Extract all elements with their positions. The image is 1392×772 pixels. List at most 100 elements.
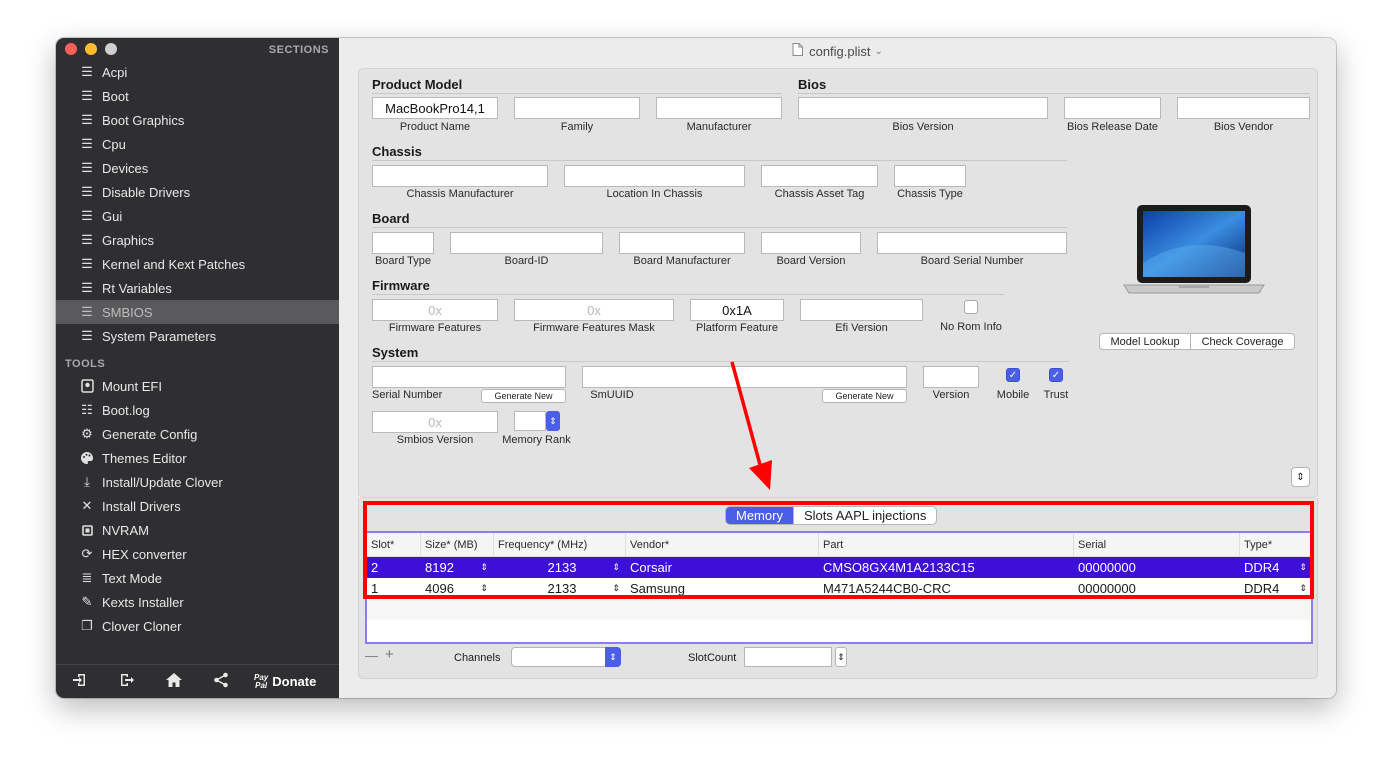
column-header-frequency[interactable]: Frequency* (MHz) bbox=[494, 533, 626, 556]
updown-icon[interactable]: ⇕ bbox=[1299, 583, 1307, 594]
home-button[interactable] bbox=[150, 672, 197, 691]
firmware-features-mask-field[interactable]: 0x bbox=[514, 299, 674, 321]
column-header-type[interactable]: Type* bbox=[1240, 533, 1311, 556]
chassis-type-field[interactable] bbox=[894, 165, 966, 187]
table-row[interactable]: 2 8192 ⇕ 2133 ⇕ Corsair CMSO8GX4M1A2133C15… bbox=[367, 557, 1311, 578]
cell-frequency[interactable]: 2133 ⇕ bbox=[494, 578, 626, 599]
add-row-button[interactable]: + bbox=[385, 646, 394, 663]
close-window-button[interactable] bbox=[65, 43, 77, 55]
updown-icon[interactable]: ⇕ bbox=[612, 583, 620, 594]
board-type-field[interactable] bbox=[372, 232, 434, 254]
board-version-field[interactable] bbox=[761, 232, 861, 254]
version-field[interactable] bbox=[923, 366, 979, 388]
memory-rank-field[interactable] bbox=[514, 411, 546, 431]
smuuid-field[interactable] bbox=[582, 366, 907, 388]
board-manufacturer-field[interactable] bbox=[619, 232, 745, 254]
updown-icon[interactable]: ⇕ bbox=[480, 562, 488, 573]
tool-boot-log[interactable]: ☷ Boot.log bbox=[56, 398, 339, 422]
generate-smuuid-button[interactable]: Generate New bbox=[822, 389, 907, 403]
updown-icon[interactable]: ⇕ bbox=[1299, 562, 1307, 573]
sidebar-item-acpi[interactable]: ☰ Acpi bbox=[56, 60, 339, 84]
board-serial-field[interactable] bbox=[877, 232, 1067, 254]
generate-serial-button[interactable]: Generate New bbox=[481, 389, 566, 403]
table-row[interactable]: 1 4096 ⇕ 2133 ⇕ Samsung M471A5244CB0-CRC 0… bbox=[367, 578, 1311, 599]
tool-mount-efi[interactable]: Mount EFI bbox=[56, 374, 339, 398]
trust-checkbox[interactable]: ✓ bbox=[1049, 368, 1063, 382]
bios-version-field[interactable] bbox=[798, 97, 1048, 119]
tool-install-drivers[interactable]: ✕ Install Drivers bbox=[56, 494, 339, 518]
tool-hex-converter[interactable]: ⟳ HEX converter bbox=[56, 542, 339, 566]
tool-kexts-installer[interactable]: ✎ Kexts Installer bbox=[56, 590, 339, 614]
check-coverage-button[interactable]: Check Coverage bbox=[1191, 334, 1294, 349]
bios-release-date-field[interactable] bbox=[1064, 97, 1161, 119]
family-field[interactable] bbox=[514, 97, 640, 119]
export-button[interactable] bbox=[103, 672, 150, 691]
zoom-window-button[interactable] bbox=[105, 43, 117, 55]
cell-slot[interactable]: 2 bbox=[367, 557, 421, 578]
cell-size[interactable]: 4096 ⇕ bbox=[421, 578, 494, 599]
tool-themes-editor[interactable]: Themes Editor bbox=[56, 446, 339, 470]
serial-number-field[interactable] bbox=[372, 366, 566, 388]
memory-rank-stepper[interactable]: ⇕ bbox=[546, 411, 560, 431]
chevron-down-icon[interactable]: ⌄ bbox=[875, 46, 883, 57]
tab-slots-aapl-injections[interactable]: Slots AAPL injections bbox=[792, 507, 936, 524]
column-header-part[interactable]: Part bbox=[819, 533, 1074, 556]
tool-nvram[interactable]: NVRAM bbox=[56, 518, 339, 542]
cell-type[interactable]: DDR4 ⇕ bbox=[1240, 578, 1311, 599]
updown-icon[interactable]: ⇕ bbox=[480, 583, 488, 594]
firmware-features-field[interactable]: 0x bbox=[372, 299, 498, 321]
product-name-field[interactable]: MacBookPro14,1 bbox=[372, 97, 498, 119]
sidebar-item-boot[interactable]: ☰ Boot bbox=[56, 84, 339, 108]
share-button[interactable] bbox=[197, 672, 244, 691]
column-header-size[interactable]: Size* (MB) bbox=[421, 533, 494, 556]
cell-vendor[interactable]: Samsung bbox=[626, 578, 819, 599]
cell-type[interactable]: DDR4 ⇕ bbox=[1240, 557, 1311, 578]
slotcount-stepper[interactable]: ⇕ bbox=[835, 647, 847, 667]
import-button[interactable] bbox=[56, 672, 103, 691]
donate-button[interactable]: Pay Pal Donate bbox=[254, 673, 316, 690]
tool-clover-cloner[interactable]: ❐ Clover Cloner bbox=[56, 614, 339, 638]
cell-serial[interactable]: 00000000 bbox=[1074, 578, 1240, 599]
sidebar-item-gui[interactable]: ☰ Gui bbox=[56, 204, 339, 228]
smbios-version-field[interactable]: 0x bbox=[372, 411, 498, 433]
sidebar-item-boot-graphics[interactable]: ☰ Boot Graphics bbox=[56, 108, 339, 132]
location-in-chassis-field[interactable] bbox=[564, 165, 745, 187]
tool-generate-config[interactable]: ⚙ Generate Config bbox=[56, 422, 339, 446]
expand-toggle-button[interactable]: ⇕ bbox=[1291, 467, 1310, 487]
sidebar-item-cpu[interactable]: ☰ Cpu bbox=[56, 132, 339, 156]
efi-version-field[interactable] bbox=[800, 299, 923, 321]
tool-text-mode[interactable]: ≣ Text Mode bbox=[56, 566, 339, 590]
bios-vendor-field[interactable] bbox=[1177, 97, 1310, 119]
manufacturer-field[interactable] bbox=[656, 97, 782, 119]
sidebar-item-kernel-kext-patches[interactable]: ☰ Kernel and Kext Patches bbox=[56, 252, 339, 276]
cell-part[interactable]: M471A5244CB0-CRC bbox=[819, 578, 1074, 599]
cell-vendor[interactable]: Corsair bbox=[626, 557, 819, 578]
sidebar-item-smbios[interactable]: ☰ SMBIOS bbox=[56, 300, 339, 324]
remove-row-button[interactable]: — bbox=[365, 648, 378, 663]
column-header-slot[interactable]: Slot* bbox=[367, 533, 421, 556]
column-header-serial[interactable]: Serial bbox=[1074, 533, 1240, 556]
sidebar-item-disable-drivers[interactable]: ☰ Disable Drivers bbox=[56, 180, 339, 204]
chassis-manufacturer-field[interactable] bbox=[372, 165, 548, 187]
cell-serial[interactable]: 00000000 bbox=[1074, 557, 1240, 578]
cell-size[interactable]: 8192 ⇕ bbox=[421, 557, 494, 578]
tool-install-update-clover[interactable]: ⤓ Install/Update Clover bbox=[56, 470, 339, 494]
platform-feature-field[interactable]: 0x1A bbox=[690, 299, 784, 321]
sidebar-item-graphics[interactable]: ☰ Graphics bbox=[56, 228, 339, 252]
sidebar-item-system-parameters[interactable]: ☰ System Parameters bbox=[56, 324, 339, 348]
channels-select[interactable]: ⇕ bbox=[511, 647, 621, 667]
sidebar-item-rt-variables[interactable]: ☰ Rt Variables bbox=[56, 276, 339, 300]
cell-slot[interactable]: 1 bbox=[367, 578, 421, 599]
mobile-checkbox[interactable]: ✓ bbox=[1006, 368, 1020, 382]
sidebar-item-devices[interactable]: ☰ Devices bbox=[56, 156, 339, 180]
slotcount-field[interactable] bbox=[744, 647, 832, 667]
column-header-vendor[interactable]: Vendor* bbox=[626, 533, 819, 556]
no-rom-info-checkbox[interactable] bbox=[964, 300, 978, 314]
chassis-asset-tag-field[interactable] bbox=[761, 165, 878, 187]
updown-icon[interactable]: ⇕ bbox=[612, 562, 620, 573]
tab-memory[interactable]: Memory bbox=[726, 507, 793, 524]
board-id-field[interactable] bbox=[450, 232, 603, 254]
cell-frequency[interactable]: 2133 ⇕ bbox=[494, 557, 626, 578]
cell-part[interactable]: CMSO8GX4M1A2133C15 bbox=[819, 557, 1074, 578]
model-lookup-button[interactable]: Model Lookup bbox=[1100, 334, 1192, 349]
